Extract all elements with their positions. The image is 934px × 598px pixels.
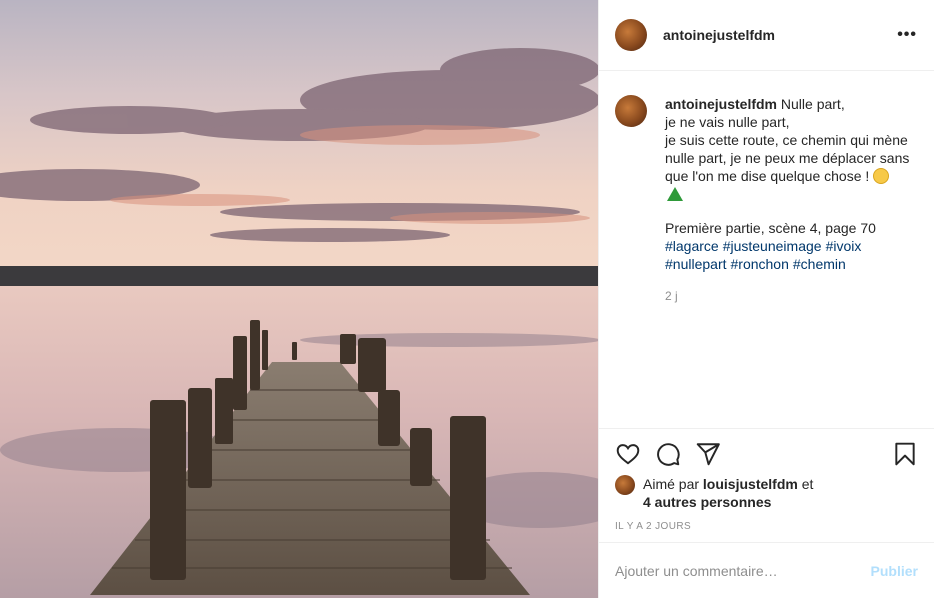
post-caption: antoinejustelfdm Nulle part, je ne vais … <box>615 95 918 305</box>
post-timestamp[interactable]: IL Y A 2 JOURS <box>615 521 918 532</box>
caption-body: antoinejustelfdm Nulle part, je ne vais … <box>665 95 910 305</box>
caption-avatar[interactable] <box>615 95 647 127</box>
hashtags-row-2: #nullepart #ronchon #chemin <box>665 255 910 273</box>
liked-by-text: Aimé par louisjustelfdm et 4 autres pers… <box>643 475 813 511</box>
lake-pier-photo <box>0 0 598 598</box>
hashtag-link[interactable]: #justeuneimage <box>723 238 822 254</box>
comment-icon[interactable] <box>655 441 681 467</box>
hashtag-link[interactable]: #ivoix <box>826 238 862 254</box>
caption-line-3: je suis cette route, ce chemin qui mène <box>665 132 908 148</box>
caption-part-line: Première partie, scène 4, page 70 <box>665 220 876 236</box>
heart-icon[interactable] <box>615 441 641 467</box>
author-avatar[interactable] <box>615 19 647 51</box>
more-options-icon[interactable]: ••• <box>897 26 917 44</box>
liked-by-prefix: Aimé par <box>643 476 700 492</box>
caption-username[interactable]: antoinejustelfdm <box>665 96 777 112</box>
liker-avatar[interactable] <box>615 475 635 495</box>
add-comment-bar: Publier <box>599 542 934 598</box>
hashtag-link[interactable]: #chemin <box>793 256 846 272</box>
post-image[interactable] <box>0 0 598 598</box>
caption-line-2: je ne vais nulle part, <box>665 114 790 130</box>
liker-username[interactable]: louisjustelfdm <box>703 476 798 492</box>
publish-button[interactable]: Publier <box>871 563 918 579</box>
comment-input[interactable] <box>615 562 871 579</box>
caption-line-4: nulle part, je ne peux me déplacer sans <box>665 150 910 166</box>
other-likers-link[interactable]: 4 autres personnes <box>643 494 771 510</box>
caption-time[interactable]: 2 j <box>665 287 910 305</box>
liked-by: Aimé par louisjustelfdm et 4 autres pers… <box>615 475 918 511</box>
caption-line-5: que l'on me dise quelque chose ! <box>665 168 870 184</box>
liked-by-conj: et <box>801 476 814 492</box>
author-username[interactable]: antoinejustelfdm <box>663 27 775 43</box>
caption-line-1: Nulle part, <box>780 96 845 112</box>
hashtag-link[interactable]: #ronchon <box>731 256 789 272</box>
post-side-panel: antoinejustelfdm ••• antoinejustelfdm Nu… <box>598 0 934 598</box>
post-actions: Aimé par louisjustelfdm et 4 autres pers… <box>599 428 934 542</box>
unamused-face-emoji-icon <box>873 168 890 184</box>
green-triangle-emoji-icon <box>667 187 683 201</box>
bookmark-icon[interactable] <box>892 441 918 467</box>
instagram-post: antoinejustelfdm ••• antoinejustelfdm Nu… <box>0 0 934 598</box>
paper-plane-icon[interactable] <box>695 441 721 467</box>
hashtag-link[interactable]: #nullepart <box>665 256 727 272</box>
hashtags-row-1: #lagarce #justeuneimage #ivoix <box>665 237 910 255</box>
post-header: antoinejustelfdm ••• <box>599 0 934 71</box>
comments-section: antoinejustelfdm Nulle part, je ne vais … <box>599 71 934 428</box>
action-icons <box>615 439 918 469</box>
hashtag-link[interactable]: #lagarce <box>665 238 719 254</box>
